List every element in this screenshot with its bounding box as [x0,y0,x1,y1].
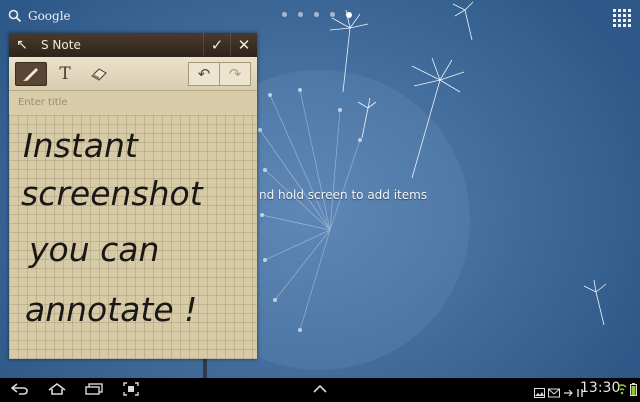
handwriting-line: you can [28,230,159,269]
system-bar: 13:30 [0,378,640,400]
recent-apps-icon[interactable] [84,381,104,397]
handwriting-ink: Instant screenshot you can annotate ! [21,126,204,329]
battery-icon [629,381,637,397]
close-icon[interactable]: ✕ [230,33,257,57]
image-notification-icon [534,383,545,402]
snote-panel[interactable]: ↖ S Note ✓ ✕ T ↶ ↷ Enter title Instant s… [9,33,257,359]
collapse-arrow-icon[interactable]: ↖ [9,37,35,53]
screenshot-capture-icon[interactable] [122,381,140,397]
snote-titlebar: ↖ S Note ✓ ✕ [9,33,257,57]
eraser-icon[interactable] [83,62,115,86]
home-icon[interactable] [46,381,68,397]
page-dot [298,12,303,17]
home-hint-text: nd hold screen to add items [259,188,428,202]
page-dot [282,12,287,17]
status-clock[interactable]: 13:30 [580,380,620,396]
undo-redo-group: ↶ ↷ [188,62,251,86]
google-search-label: Google [28,9,71,23]
usb-icon [563,383,573,402]
text-icon[interactable]: T [49,62,81,86]
pen-icon[interactable] [15,61,47,86]
handwriting-line: annotate ! [25,290,197,329]
handwriting-line: Instant [23,126,139,165]
google-search-widget[interactable]: Google [8,9,71,23]
undo-icon[interactable]: ↶ [188,62,220,86]
snote-app-title: S Note [41,38,81,52]
page-dot [314,12,319,17]
wifi-icon [617,381,627,397]
note-title-input[interactable]: Enter title [9,91,257,116]
back-icon[interactable] [10,381,30,397]
search-icon [8,9,22,23]
page-dot [330,12,335,17]
email-icon [548,383,560,402]
confirm-check-icon[interactable]: ✓ [203,33,230,57]
handwriting-canvas[interactable]: Instant screenshot you can annotate ! [9,115,257,359]
mini-app-tray-icon[interactable] [312,381,328,397]
notification-icons[interactable] [534,383,584,402]
apps-grid-icon[interactable] [613,9,631,27]
snote-toolbar: T ↶ ↷ [9,57,257,91]
redo-icon[interactable]: ↷ [220,62,251,86]
handwriting-line: screenshot [21,174,204,213]
page-dot-active [346,11,352,18]
home-page-indicator [282,11,352,18]
